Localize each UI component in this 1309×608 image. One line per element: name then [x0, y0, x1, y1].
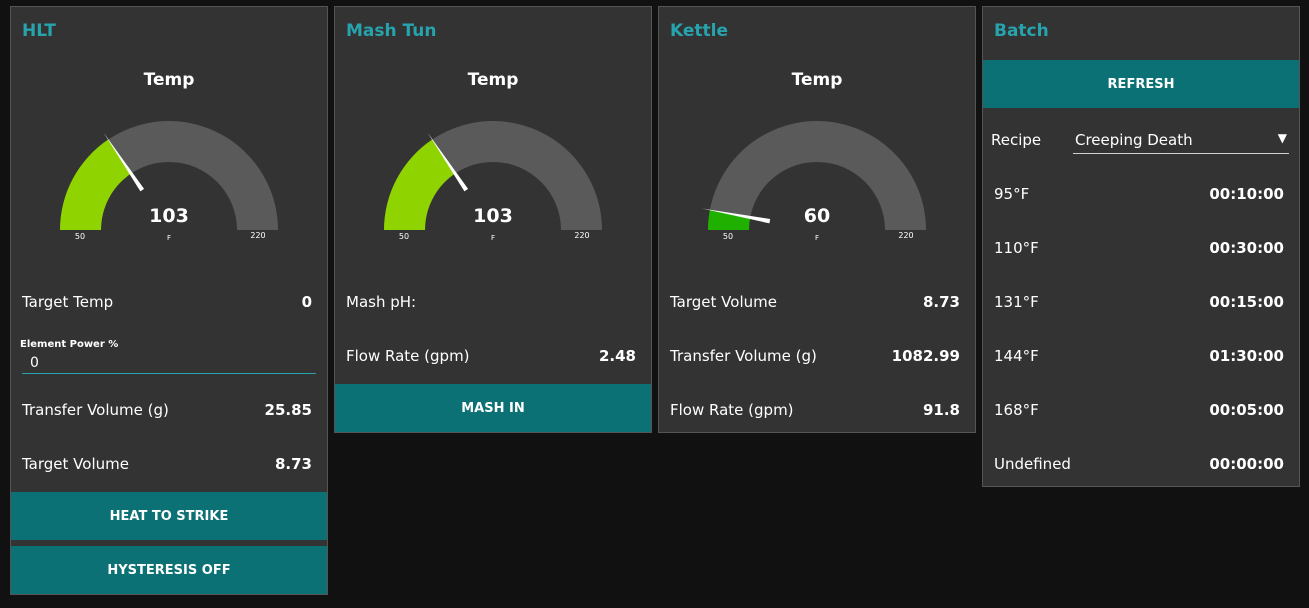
- mash-temp-gauge: 103 F 50 220: [384, 121, 602, 242]
- gauge-min: 50: [399, 232, 409, 241]
- recipe-label: Recipe: [991, 131, 1042, 149]
- gauge-max: 220: [898, 231, 913, 240]
- hlt-target-volume-row: Target Volume 8.73: [22, 437, 312, 491]
- step-time: 00:15:00: [1209, 293, 1284, 311]
- batch-title: Batch: [994, 21, 1049, 41]
- gauge-value: 60: [804, 205, 830, 227]
- kettle-transfer-volume-row: Transfer Volume (g) 1082.99: [670, 329, 960, 383]
- element-power-field: Element Power %: [20, 339, 318, 379]
- target-temp-row: Target Temp 0: [22, 275, 312, 329]
- step-row: 131°F 00:15:00: [994, 275, 1284, 329]
- gauge-value: 103: [149, 205, 189, 227]
- gauge-value: 103: [473, 205, 513, 227]
- heat-to-strike-button[interactable]: HEAT TO STRIKE: [11, 492, 327, 540]
- gauge-unit: F: [815, 234, 819, 242]
- step-row: 95°F 00:10:00: [994, 167, 1284, 221]
- flow-rate-value: 91.8: [922, 401, 960, 419]
- gauge-min: 50: [75, 232, 85, 241]
- step-row: 144°F 01:30:00: [994, 329, 1284, 383]
- target-temp-value: 0: [301, 293, 312, 311]
- transfer-volume-label: Transfer Volume (g): [22, 401, 169, 419]
- recipe-select-value: Creeping Death: [1075, 131, 1193, 149]
- batch-card: Batch REFRESH Recipe Creeping Death ▼ 95…: [982, 6, 1300, 487]
- target-volume-value: 8.73: [274, 455, 312, 473]
- gauge-max: 220: [574, 231, 589, 240]
- recipe-select[interactable]: Creeping Death ▼: [1073, 127, 1289, 154]
- recipe-select-row: Recipe Creeping Death ▼: [991, 123, 1289, 157]
- flow-rate-label: Flow Rate (gpm): [346, 347, 470, 365]
- transfer-volume-value: 25.85: [264, 401, 312, 419]
- element-power-label: Element Power %: [20, 339, 119, 350]
- step-time: 00:30:00: [1209, 239, 1284, 257]
- target-volume-value: 8.73: [922, 293, 960, 311]
- mash-ph-row: Mash pH:: [346, 275, 636, 329]
- step-time: 00:10:00: [1209, 185, 1284, 203]
- target-volume-label: Target Volume: [670, 293, 777, 311]
- step-temp: 131°F: [994, 293, 1039, 311]
- step-time: 01:30:00: [1209, 347, 1284, 365]
- mash-flow-rate-row: Flow Rate (gpm) 2.48: [346, 329, 636, 383]
- step-time: 00:05:00: [1209, 401, 1284, 419]
- kettle-flow-rate-row: Flow Rate (gpm) 91.8: [670, 383, 960, 437]
- gauge-unit: F: [491, 234, 495, 242]
- gauge-min: 50: [723, 232, 733, 241]
- kettle-target-volume-row: Target Volume 8.73: [670, 275, 960, 329]
- transfer-volume-label: Transfer Volume (g): [670, 347, 817, 365]
- hlt-transfer-volume-row: Transfer Volume (g) 25.85: [22, 383, 312, 437]
- transfer-volume-value: 1082.99: [891, 347, 960, 365]
- flow-rate-label: Flow Rate (gpm): [670, 401, 794, 419]
- step-row: Undefined 00:00:00: [994, 437, 1284, 491]
- hlt-card: HLT Temp 103 F 50 220 Target Temp 0 Elem…: [10, 6, 328, 595]
- gauge-max: 220: [250, 231, 265, 240]
- step-row: 168°F 00:05:00: [994, 383, 1284, 437]
- gauge-unit: F: [167, 234, 171, 242]
- mash-ph-label: Mash pH:: [346, 293, 417, 311]
- step-row: 110°F 00:30:00: [994, 221, 1284, 275]
- step-temp: 110°F: [994, 239, 1039, 257]
- target-temp-label: Target Temp: [22, 293, 114, 311]
- step-temp: 168°F: [994, 401, 1039, 419]
- step-temp: 144°F: [994, 347, 1039, 365]
- step-temp: 95°F: [994, 185, 1030, 203]
- kettle-card: Kettle Temp 60 F 50 220 Target Volume 8.…: [658, 6, 976, 433]
- refresh-button[interactable]: REFRESH: [983, 60, 1299, 108]
- element-power-input[interactable]: [22, 352, 316, 374]
- target-volume-label: Target Volume: [22, 455, 129, 473]
- hlt-temp-gauge: 103 F 50 220: [60, 121, 278, 242]
- caret-down-icon: ▼: [1277, 131, 1287, 145]
- mash-tun-card: Mash Tun Temp 103 F 50 220 Mash pH: Flow…: [334, 6, 652, 433]
- step-temp: Undefined: [994, 455, 1071, 473]
- kettle-temp-gauge: 60 F 50 220: [701, 121, 926, 242]
- flow-rate-value: 2.48: [598, 347, 636, 365]
- step-time: 00:00:00: [1209, 455, 1284, 473]
- mash-in-button[interactable]: MASH IN: [335, 384, 651, 432]
- hysteresis-off-button[interactable]: HYSTERESIS OFF: [11, 546, 327, 594]
